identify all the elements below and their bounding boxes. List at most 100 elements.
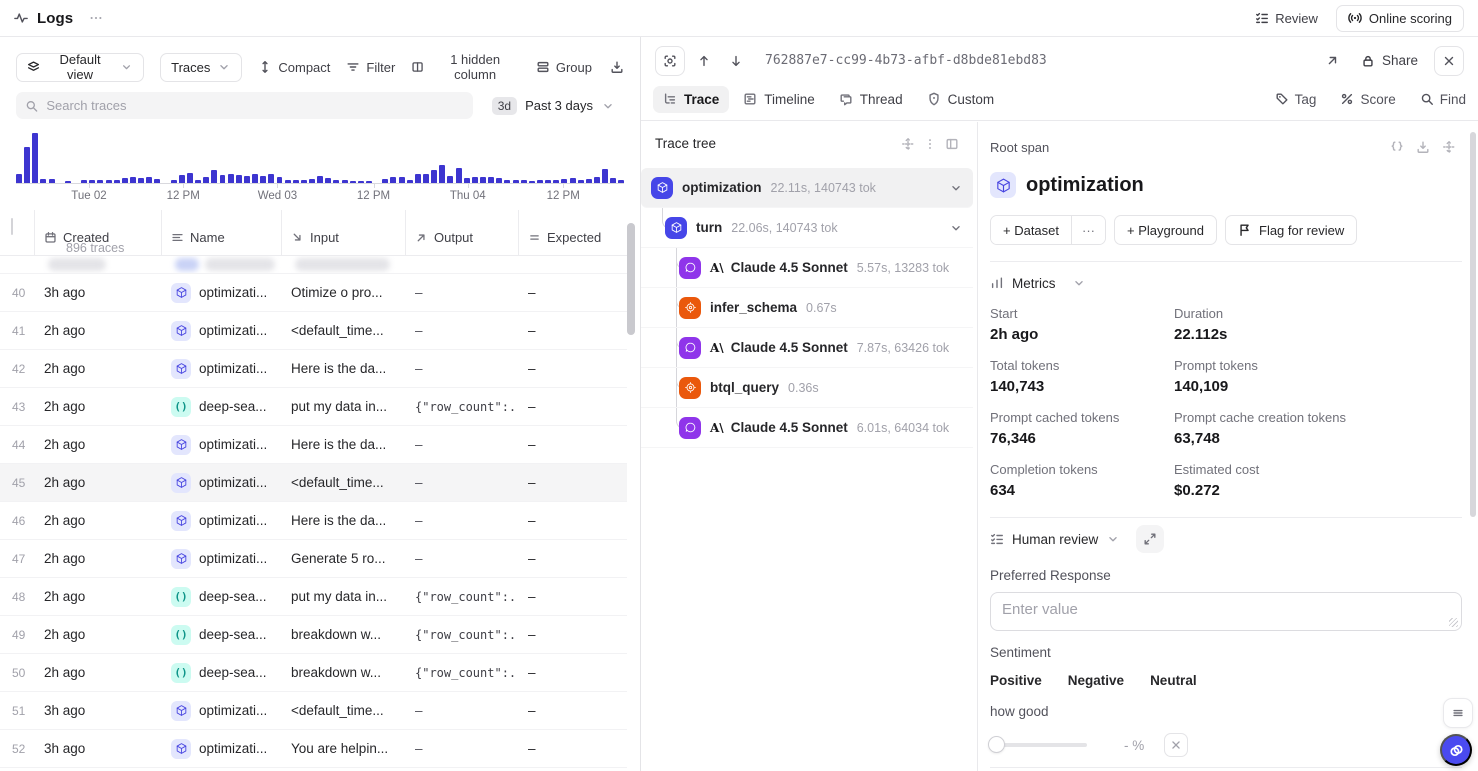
sentiment-neutral-button[interactable]: Neutral <box>1150 673 1197 688</box>
export-download-icon[interactable] <box>610 60 624 74</box>
add-to-dataset-button[interactable]: + Dataset <box>991 216 1071 244</box>
scrolling-row-blur <box>0 256 627 274</box>
created-cell: 2h ago <box>34 551 161 566</box>
trace-tree-item[interactable]: infer_schema0.67s <box>641 288 973 328</box>
table-row[interactable]: 442h agooptimizati...Here is the da...–– <box>0 426 627 464</box>
table-row[interactable]: 422h agooptimizati...Here is the da...–– <box>0 350 627 388</box>
table-row[interactable]: 492h ago()deep-sea...breakdown w...{"row… <box>0 616 627 654</box>
find-button[interactable]: Find <box>1420 92 1466 107</box>
collapse-panel-icon[interactable] <box>941 131 963 157</box>
table-row[interactable]: 513h agooptimizati...<default_time...–– <box>0 692 627 730</box>
move-span-icon[interactable] <box>1436 134 1462 160</box>
online-scoring-button[interactable]: Online scoring <box>1336 5 1464 32</box>
filter-button[interactable]: Filter <box>346 60 395 75</box>
row-number: 50 <box>0 666 34 680</box>
trace-tree-item[interactable]: turn22.06s, 140743 tok <box>641 208 973 248</box>
name-cell: optimizati... <box>161 701 281 721</box>
span-meta: 0.36s <box>788 381 819 395</box>
traces-selector[interactable]: Traces <box>160 53 242 82</box>
right-scrollbar[interactable] <box>1470 132 1476 517</box>
column-header-name[interactable]: Name <box>161 210 281 255</box>
table-row[interactable]: 403h agooptimizati...Otimize o pro...–– <box>0 274 627 312</box>
open-fullscreen-icon[interactable] <box>1319 48 1345 74</box>
chevron-down-icon[interactable] <box>949 181 963 195</box>
close-panel-button[interactable] <box>1434 46 1464 76</box>
trace-tree-item[interactable]: A\Claude 4.5 Sonnet6.01s, 64034 tok <box>641 408 973 448</box>
group-button[interactable]: Group <box>536 60 592 75</box>
tree-more-menu-icon[interactable] <box>919 131 941 157</box>
compact-toggle[interactable]: Compact <box>258 60 330 75</box>
chevron-down-icon[interactable] <box>949 221 963 235</box>
focus-span-button[interactable] <box>655 46 685 76</box>
metrics-header[interactable]: Metrics <box>990 262 1462 304</box>
table-row[interactable]: 412h agooptimizati...<default_time...–– <box>0 312 627 350</box>
dataset-more-button[interactable]: ··· <box>1071 216 1105 244</box>
slider-thumb[interactable] <box>988 736 1005 753</box>
histogram-bars[interactable] <box>16 131 624 184</box>
score-button[interactable]: Score Find <box>1340 92 1395 107</box>
anthropic-logo-icon: A\ <box>710 341 724 355</box>
table-row[interactable]: 482h ago()deep-sea...put my data in...{"… <box>0 578 627 616</box>
next-trace-button[interactable] <box>723 48 749 74</box>
table-row[interactable]: 523h agooptimizati...You are helpin...–– <box>0 730 627 768</box>
tag-button[interactable]: Tag <box>1275 92 1317 107</box>
tab-trace[interactable]: Trace <box>653 86 729 113</box>
side-menu-button[interactable] <box>1443 698 1473 728</box>
histogram-bar <box>350 181 356 183</box>
view-json-icon[interactable] <box>1384 134 1410 160</box>
table-row[interactable]: 502h ago()deep-sea...breakdown w...{"row… <box>0 654 627 692</box>
created-cell: 2h ago <box>34 665 161 680</box>
resize-grip[interactable] <box>1449 618 1458 627</box>
date-range-selector[interactable]: 3d Past 3 days <box>483 92 624 119</box>
search-box[interactable] <box>16 92 473 119</box>
histogram-bar <box>586 179 592 184</box>
histogram-bar <box>382 179 388 183</box>
search-input[interactable] <box>46 98 463 113</box>
previous-trace-button[interactable] <box>691 48 717 74</box>
move-handle-icon[interactable] <box>897 131 919 157</box>
tab-custom[interactable]: Custom <box>917 86 1005 113</box>
column-header-output[interactable]: Output <box>405 210 518 255</box>
more-menu-icon[interactable] <box>89 11 103 25</box>
expand-review-button[interactable] <box>1136 525 1164 553</box>
left-scrollbar[interactable] <box>627 223 635 335</box>
hidden-columns-button[interactable]: 1 hidden column <box>411 52 520 82</box>
search-row: 3d Past 3 days <box>0 82 640 119</box>
tab-timeline[interactable]: Timeline <box>733 86 825 113</box>
histogram-bar <box>260 176 266 184</box>
open-playground-button[interactable]: + Playground <box>1114 215 1217 245</box>
preferred-response-input[interactable] <box>991 593 1461 630</box>
sentiment-positive-button[interactable]: Positive <box>990 673 1042 688</box>
trace-detail-panel: 762887e7-cc99-4b73-afbf-d8bde81ebd83 Sha… <box>641 37 1478 771</box>
name-cell: optimizati... <box>161 435 281 455</box>
output-cell: – <box>405 285 518 300</box>
column-header-input[interactable]: Input <box>281 210 405 255</box>
trace-tree-item[interactable]: A\Claude 4.5 Sonnet7.87s, 63426 tok <box>641 328 973 368</box>
clear-score-button[interactable] <box>1164 733 1188 757</box>
tab-thread[interactable]: Thread <box>829 86 913 113</box>
logs-waveform-icon <box>14 11 28 25</box>
column-header-expected[interactable]: Expected <box>518 210 627 255</box>
table-row[interactable]: 452h agooptimizati...<default_time...–– <box>0 464 627 502</box>
trace-tree-item[interactable]: A\Claude 4.5 Sonnet5.57s, 13283 tok <box>641 248 973 288</box>
table-row[interactable]: 472h agooptimizati...Generate 5 ro...–– <box>0 540 627 578</box>
sentiment-negative-button[interactable]: Negative <box>1068 673 1124 688</box>
name-cell: ()deep-sea... <box>161 397 281 417</box>
select-all-checkbox[interactable] <box>11 218 13 235</box>
expected-cell: – <box>518 285 627 300</box>
view-selector[interactable]: Default view <box>16 53 144 82</box>
chevron-down-icon[interactable] <box>1106 532 1120 546</box>
assistant-fab[interactable] <box>1440 734 1472 766</box>
trace-tree-item[interactable]: btql_query0.36s <box>641 368 973 408</box>
share-button[interactable]: Share <box>1361 53 1418 68</box>
metric-completion-tokens: Completion tokens634 <box>990 462 1174 499</box>
review-button[interactable]: Review <box>1255 11 1318 26</box>
span-type-icon <box>171 321 191 341</box>
table-row[interactable]: 432h ago()deep-sea...put my data in...{"… <box>0 388 627 426</box>
score-slider[interactable] <box>990 743 1087 747</box>
download-span-icon[interactable] <box>1410 134 1436 160</box>
table-row[interactable]: 462h agooptimizati...Here is the da...–– <box>0 502 627 540</box>
created-cell: 2h ago <box>34 399 161 414</box>
flag-for-review-button[interactable]: Flag for review <box>1225 215 1357 245</box>
trace-tree-item[interactable]: optimization22.11s, 140743 tok <box>641 168 973 208</box>
